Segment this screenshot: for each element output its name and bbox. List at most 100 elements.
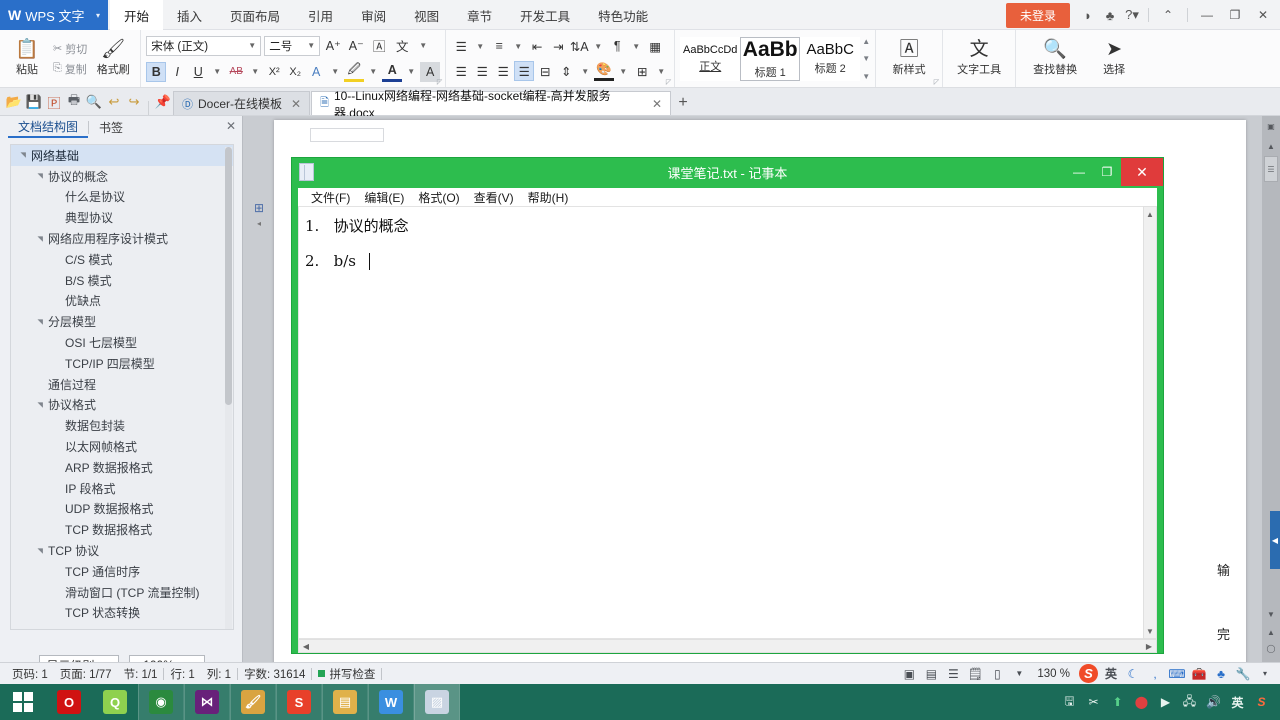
sogou-tray-icon[interactable]: S: [1253, 694, 1270, 711]
chevron-down-icon[interactable]: ▼: [1010, 666, 1028, 682]
shading-icon[interactable]: 🎨: [594, 61, 615, 81]
new-tab-button[interactable]: +: [672, 91, 694, 115]
tray-expand-icon[interactable]: ▾: [1256, 666, 1274, 682]
menu-edit[interactable]: 编辑(E): [357, 189, 411, 206]
ime-chinese-icon[interactable]: 英: [1102, 666, 1120, 682]
chevron-down-icon[interactable]: ▼: [209, 62, 225, 82]
document-map-item[interactable]: ◢ 网络基础: [11, 145, 233, 166]
side-panel-toggle[interactable]: ◀: [1270, 511, 1280, 569]
chevron-down-icon[interactable]: ▼: [247, 62, 263, 82]
fullscreen-icon[interactable]: ▯: [988, 666, 1006, 682]
ribbon-tab-start[interactable]: 开始: [110, 0, 164, 30]
underline-button[interactable]: U: [188, 62, 208, 82]
notepad-vertical-scrollbar[interactable]: ▲ ▼: [1143, 206, 1157, 639]
notepad-window[interactable]: 课堂笔记.txt - 记事本 — ❐ ✕ 文件(F) 编辑(E) 格式(O) 查…: [291, 157, 1164, 654]
numbered-list-icon[interactable]: ≡: [489, 36, 509, 56]
ribbon-tab-references[interactable]: 引用: [294, 0, 347, 30]
document-map-item[interactable]: TCP 数据报格式: [11, 519, 233, 540]
chevron-expanded-icon[interactable]: ◢: [36, 233, 44, 245]
strikethrough-button[interactable]: AB: [226, 62, 246, 82]
record-icon[interactable]: ⬤: [1133, 694, 1150, 711]
new-style-button[interactable]: 🄰 新样式: [881, 32, 937, 86]
volume-icon[interactable]: 🔊: [1205, 694, 1222, 711]
page-view-icon[interactable]: ▣: [900, 666, 918, 682]
chevron-down-icon[interactable]: ▼: [628, 36, 644, 56]
text-effects-icon[interactable]: A: [306, 62, 326, 82]
taskbar-visual-studio-icon[interactable]: ⋈: [184, 684, 230, 720]
shield-icon[interactable]: ◗: [1078, 4, 1098, 26]
collapse-icon[interactable]: ◂: [257, 219, 261, 228]
scroll-down-icon[interactable]: ▼: [862, 54, 870, 63]
scroll-down-icon[interactable]: ▼: [1262, 606, 1280, 622]
scroll-up-icon[interactable]: ▲: [862, 37, 870, 46]
chevron-expanded-icon[interactable]: ◢: [36, 170, 44, 182]
scrollbar-thumb[interactable]: ☰: [1264, 156, 1278, 182]
minimize-icon[interactable]: —: [1065, 158, 1093, 186]
select-button[interactable]: ➤ 选择: [1089, 32, 1139, 86]
document-map-item[interactable]: TCP 状态转换: [11, 603, 233, 624]
wrench-icon[interactable]: 🔧: [1234, 666, 1252, 682]
taskbar-file-explorer-icon[interactable]: ▤: [322, 684, 368, 720]
split-view-icon[interactable]: ▣: [1262, 118, 1280, 134]
styles-dialog-launcher[interactable]: ◸: [934, 78, 939, 86]
grid-icon[interactable]: ▦: [645, 36, 665, 56]
wps-logo[interactable]: W WPS 文字 ▾: [0, 0, 108, 30]
start-button[interactable]: [0, 684, 46, 720]
web-view-icon[interactable]: ☰: [944, 666, 962, 682]
chevron-down-icon[interactable]: ▼: [365, 62, 381, 82]
print-icon[interactable]: 🖶: [64, 89, 84, 115]
document-map-item[interactable]: 通信过程: [11, 374, 233, 395]
close-icon[interactable]: ✕: [226, 119, 236, 133]
menu-help[interactable]: 帮助(H): [521, 189, 576, 206]
close-icon[interactable]: ✕: [1121, 158, 1163, 186]
distribute-icon[interactable]: ⊟: [535, 61, 555, 81]
decrease-indent-icon[interactable]: ⇤: [527, 36, 547, 56]
moon-icon[interactable]: ☾: [1124, 666, 1142, 682]
chevron-down-icon[interactable]: ▼: [327, 62, 343, 82]
vertical-scrollbar[interactable]: ▣ ▲ ☰ ▼ ▲ ◯ ▼ ◀: [1262, 116, 1280, 683]
taskbar-chrome-icon[interactable]: ◉: [138, 684, 184, 720]
open-icon[interactable]: 📂: [4, 89, 24, 115]
document-map-item[interactable]: C/S 模式: [11, 249, 233, 270]
italic-button[interactable]: I: [167, 62, 187, 82]
ribbon-tab-review[interactable]: 审阅: [347, 0, 400, 30]
style-heading-1[interactable]: AaBb 标题 1: [740, 36, 801, 81]
document-map-item[interactable]: 典型协议: [11, 207, 233, 228]
align-center-icon[interactable]: ☰: [472, 61, 492, 81]
undo-icon[interactable]: ↩: [104, 89, 124, 115]
grow-font-button[interactable]: A⁺: [323, 36, 343, 56]
pinyin-guide-icon[interactable]: 文: [392, 36, 412, 56]
scroll-right-icon[interactable]: ▶: [1142, 640, 1156, 652]
chevron-down-icon[interactable]: ▼: [577, 61, 593, 81]
chevron-expanded-icon[interactable]: ◢: [36, 545, 44, 557]
scrollbar-thumb[interactable]: [225, 147, 232, 405]
taskbar-opera-icon[interactable]: O: [46, 684, 92, 720]
style-heading-2[interactable]: AaBbC 标题 2: [800, 36, 861, 81]
punctuation-icon[interactable]: ,: [1146, 666, 1164, 682]
status-spellcheck[interactable]: 拼写检查: [312, 666, 381, 682]
chevron-expanded-icon[interactable]: ◢: [36, 316, 44, 328]
line-spacing-icon[interactable]: ⇕: [556, 61, 576, 81]
shrink-font-button[interactable]: A⁻: [346, 36, 366, 56]
clear-format-icon[interactable]: 🄰: [369, 36, 389, 56]
document-map-list[interactable]: ◢ 网络基础 ◢ 协议的概念 什么是协议 典型协议 ◢ 网络应用程序设计模式 C/S 模式 B/S…: [10, 144, 234, 630]
document-map-item[interactable]: ◢ 网络应用程序设计模式: [11, 228, 233, 249]
scroll-up-icon[interactable]: ▲: [1262, 138, 1280, 154]
previous-page-icon[interactable]: ▲: [1262, 624, 1280, 640]
scroll-left-icon[interactable]: ◀: [299, 640, 313, 652]
font-size-select[interactable]: 二号 ▼: [264, 35, 321, 56]
reading-view-icon[interactable]: 🗒: [966, 666, 984, 682]
taskbar-sogou-icon[interactable]: S: [276, 684, 322, 720]
style-normal[interactable]: AaBbCcDd 正文: [680, 36, 741, 81]
close-icon[interactable]: ✕: [1250, 4, 1276, 26]
document-map-item[interactable]: 数据包封装: [11, 415, 233, 436]
notepad-title-bar[interactable]: 课堂笔记.txt - 记事本 — ❐ ✕: [292, 158, 1163, 186]
justify-icon[interactable]: ☰: [514, 61, 535, 81]
font-color-icon[interactable]: A: [382, 62, 403, 82]
usb-icon[interactable]: 🖫: [1061, 694, 1078, 711]
sort-icon[interactable]: ⇅A: [569, 36, 589, 56]
notepad-text-area[interactable]: 1. 协议的概念 2. b/s: [298, 206, 1157, 639]
taskbar-wps-icon[interactable]: W: [368, 684, 414, 720]
chevron-down-icon[interactable]: ▾: [96, 11, 100, 20]
align-right-icon[interactable]: ☰: [493, 61, 513, 81]
